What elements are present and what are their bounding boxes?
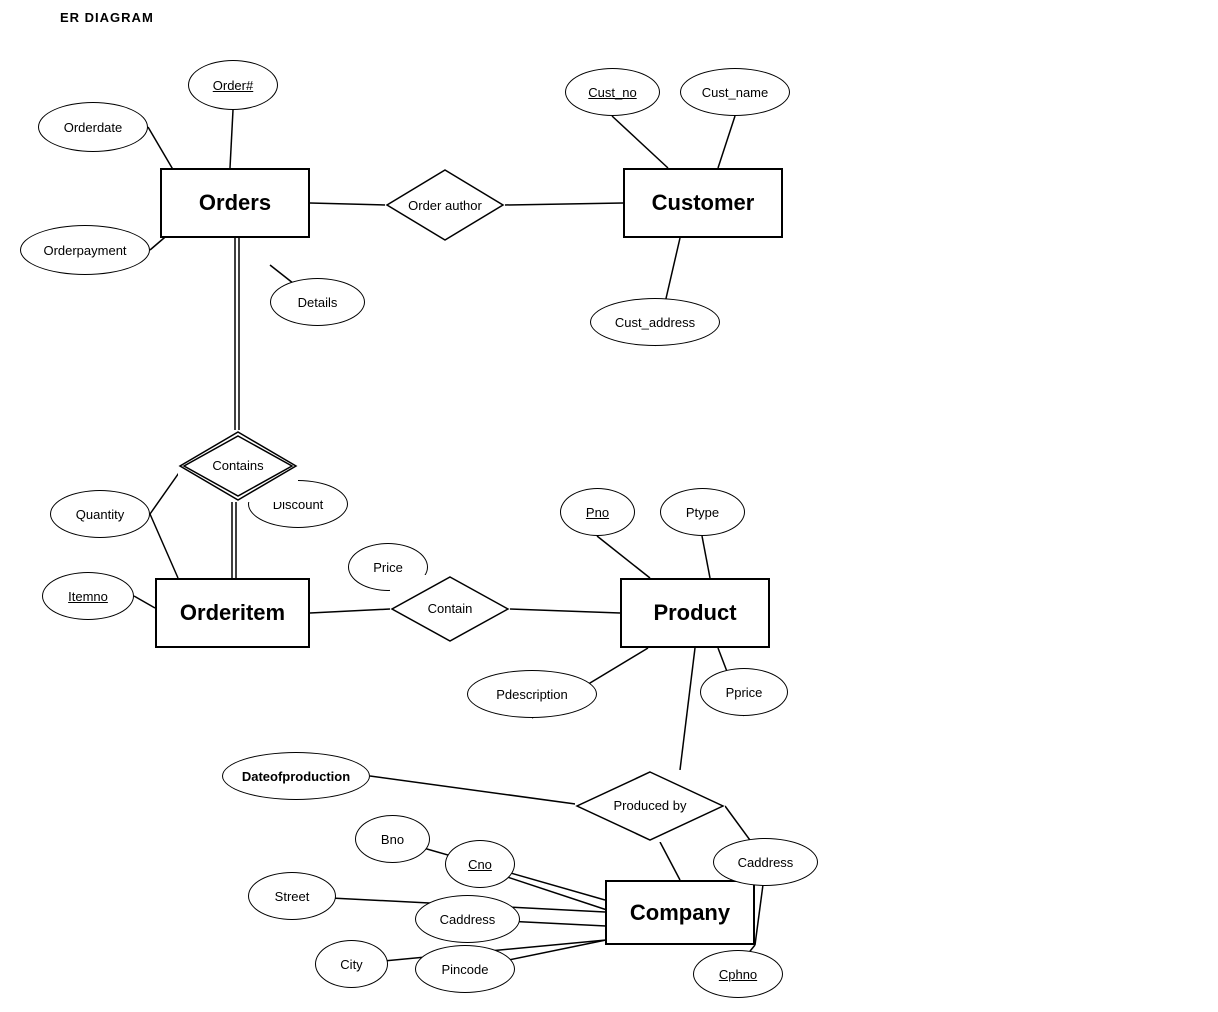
attr-cust-address: Cust_address xyxy=(590,298,720,346)
attr-cphno: Cphno xyxy=(693,950,783,998)
attr-cust-no: Cust_no xyxy=(565,68,660,116)
entity-customer-label: Customer xyxy=(652,190,755,216)
rel-contain: Contain xyxy=(390,575,510,643)
attr-caddress-bottom: Caddress xyxy=(415,895,520,943)
entity-orders-label: Orders xyxy=(199,190,271,216)
attr-cust-name: Cust_name xyxy=(680,68,790,116)
rel-contains: Contains xyxy=(178,430,298,502)
entity-orderitem-label: Orderitem xyxy=(180,600,285,626)
entity-orderitem: Orderitem xyxy=(155,578,310,648)
entity-company: Company xyxy=(605,880,755,945)
entity-customer: Customer xyxy=(623,168,783,238)
attr-order-num: Order# xyxy=(188,60,278,110)
diagram-title: ER DIAGRAM xyxy=(60,10,154,25)
attr-details: Details xyxy=(270,278,365,326)
attr-ptype: Ptype xyxy=(660,488,745,536)
attr-bno: Bno xyxy=(355,815,430,863)
attr-orderpayment: Orderpayment xyxy=(20,225,150,275)
attr-pno: Pno xyxy=(560,488,635,536)
entity-orders: Orders xyxy=(160,168,310,238)
attr-caddress-right: Caddress xyxy=(713,838,818,886)
attr-pincode: Pincode xyxy=(415,945,515,993)
attr-itemno: Itemno xyxy=(42,572,134,620)
attr-quantity: Quantity xyxy=(50,490,150,538)
attr-cno: Cno xyxy=(445,840,515,888)
attr-pdescription: Pdescription xyxy=(467,670,597,718)
rel-produced-by: Produced by xyxy=(575,770,725,842)
attr-street: Street xyxy=(248,872,336,920)
attr-orderdate: Orderdate xyxy=(38,102,148,152)
attr-dateofproduction: Dateofproduction xyxy=(222,752,370,800)
attr-pprice: Pprice xyxy=(700,668,788,716)
rel-order-author: Order author xyxy=(385,168,505,243)
entity-product-label: Product xyxy=(653,600,736,626)
entity-product: Product xyxy=(620,578,770,648)
entity-company-label: Company xyxy=(630,900,730,926)
attr-city: City xyxy=(315,940,388,988)
